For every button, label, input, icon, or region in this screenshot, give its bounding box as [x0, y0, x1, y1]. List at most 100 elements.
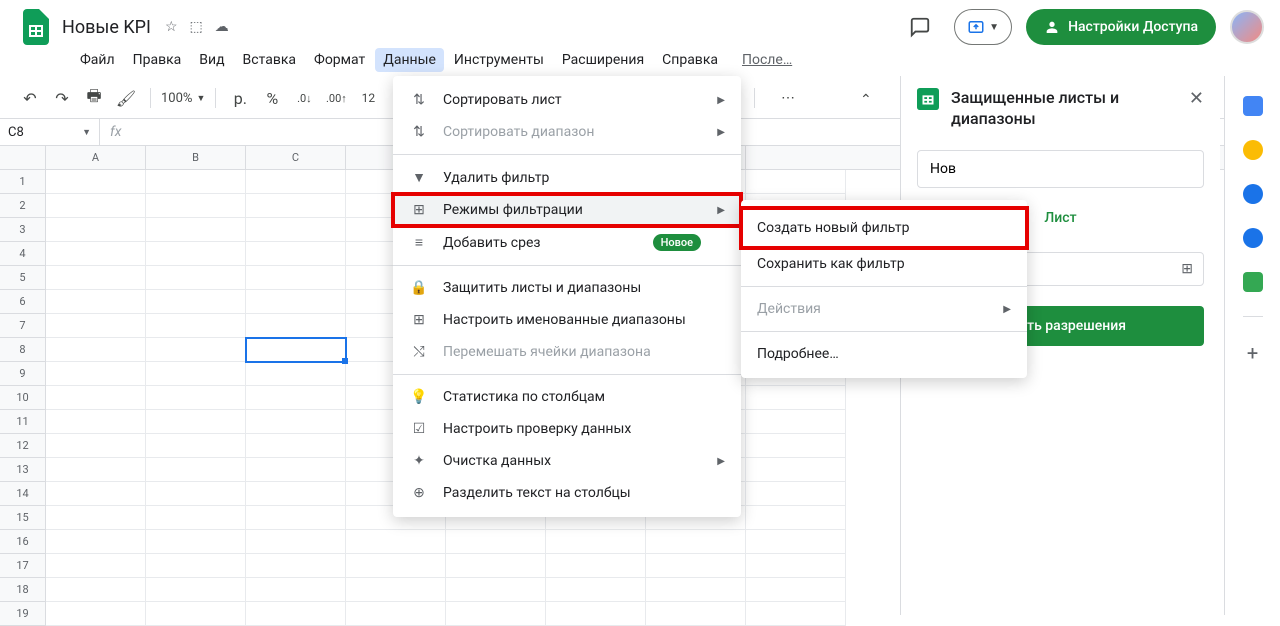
cell[interactable] [246, 362, 346, 386]
cell[interactable] [446, 602, 546, 626]
cell[interactable] [246, 506, 346, 530]
maps-icon[interactable] [1243, 272, 1263, 292]
cell[interactable] [146, 530, 246, 554]
cell[interactable] [146, 410, 246, 434]
cell[interactable] [46, 290, 146, 314]
row-header[interactable]: 8 [0, 338, 46, 362]
cell[interactable] [46, 314, 146, 338]
cell[interactable] [46, 362, 146, 386]
more-formats-icon[interactable]: 12 [354, 84, 382, 112]
row-header[interactable]: 5 [0, 266, 46, 290]
cell[interactable] [746, 578, 846, 602]
submenu-create-filter[interactable]: Создать новый фильтр [741, 208, 1027, 248]
menu-format[interactable]: Формат [306, 48, 373, 72]
undo-icon[interactable]: ↶ [16, 84, 44, 112]
menu-help[interactable]: Справка [654, 48, 726, 72]
menu-tools[interactable]: Инструменты [446, 48, 552, 72]
menu-view[interactable]: Вид [191, 48, 232, 72]
cell[interactable] [446, 530, 546, 554]
cell[interactable] [746, 530, 846, 554]
cell[interactable] [46, 386, 146, 410]
cell[interactable] [146, 290, 246, 314]
cell[interactable] [146, 266, 246, 290]
addons-icon[interactable]: + [1247, 341, 1258, 365]
row-header[interactable]: 2 [0, 194, 46, 218]
row-header[interactable]: 18 [0, 578, 46, 602]
cell[interactable] [146, 458, 246, 482]
zoom-select[interactable]: 100%▼ [161, 91, 205, 106]
menu-named-ranges[interactable]: ⊞Настроить именованные диапазоны [393, 304, 741, 336]
currency-icon[interactable]: р. [226, 84, 254, 112]
cell[interactable] [446, 554, 546, 578]
cell[interactable] [246, 194, 346, 218]
cell[interactable] [246, 434, 346, 458]
cell[interactable] [746, 458, 846, 482]
row-header[interactable]: 7 [0, 314, 46, 338]
cell[interactable] [146, 314, 246, 338]
avatar[interactable] [1230, 10, 1264, 44]
cell[interactable] [46, 218, 146, 242]
cell[interactable] [546, 554, 646, 578]
cell[interactable] [46, 194, 146, 218]
cell[interactable] [146, 386, 246, 410]
sheets-logo[interactable] [16, 7, 56, 47]
cell[interactable] [146, 506, 246, 530]
tasks-icon[interactable] [1243, 184, 1263, 204]
comments-icon[interactable] [900, 7, 940, 47]
cell[interactable] [246, 458, 346, 482]
cell[interactable] [146, 554, 246, 578]
menu-remove-filter[interactable]: ▼Удалить фильтр [393, 161, 741, 194]
submenu-save-as-filter[interactable]: Сохранить как фильтр [741, 248, 1027, 280]
cell[interactable] [646, 578, 746, 602]
menu-split-text[interactable]: ⊕Разделить текст на столбцы [393, 477, 741, 509]
increase-decimal-icon[interactable]: .00↑ [322, 84, 350, 112]
menu-edit[interactable]: Правка [125, 48, 190, 72]
paint-format-icon[interactable]: 🖌 [112, 84, 140, 112]
cell[interactable] [46, 506, 146, 530]
cell[interactable] [46, 170, 146, 194]
cell[interactable] [146, 194, 246, 218]
menu-filter-views[interactable]: ⊞Режимы фильтрации▶ [393, 194, 741, 226]
cell[interactable] [746, 602, 846, 626]
cell[interactable] [46, 434, 146, 458]
cell[interactable] [246, 314, 346, 338]
cell[interactable] [46, 242, 146, 266]
menu-protect[interactable]: 🔒Защитить листы и диапазоны [393, 272, 741, 304]
cell[interactable] [246, 242, 346, 266]
cell[interactable] [46, 458, 146, 482]
menu-insert[interactable]: Вставка [235, 48, 304, 72]
description-input[interactable] [917, 150, 1204, 188]
cell[interactable] [46, 554, 146, 578]
cell[interactable] [746, 482, 846, 506]
cell[interactable] [46, 338, 146, 362]
col-header[interactable]: A [46, 146, 146, 169]
cell[interactable] [746, 386, 846, 410]
move-icon[interactable]: ⬚ [190, 19, 203, 35]
cell[interactable] [246, 482, 346, 506]
cell[interactable] [246, 386, 346, 410]
cell[interactable] [246, 554, 346, 578]
cell[interactable] [146, 362, 246, 386]
cell[interactable] [246, 410, 346, 434]
cell[interactable] [746, 410, 846, 434]
cell[interactable] [746, 506, 846, 530]
cell[interactable] [346, 554, 446, 578]
cell[interactable] [246, 530, 346, 554]
cell[interactable] [246, 602, 346, 626]
collapse-toolbar-icon[interactable]: ⌃ [860, 92, 872, 108]
row-header[interactable]: 12 [0, 434, 46, 458]
row-header[interactable]: 11 [0, 410, 46, 434]
cell[interactable] [246, 266, 346, 290]
cell[interactable] [346, 530, 446, 554]
row-header[interactable]: 13 [0, 458, 46, 482]
star-icon[interactable]: ☆ [165, 19, 178, 35]
cell[interactable] [246, 170, 346, 194]
cell[interactable] [146, 434, 246, 458]
row-header[interactable]: 3 [0, 218, 46, 242]
row-header[interactable]: 19 [0, 602, 46, 626]
cell[interactable] [246, 218, 346, 242]
cell[interactable] [146, 338, 246, 362]
row-header[interactable]: 6 [0, 290, 46, 314]
cell[interactable] [646, 602, 746, 626]
menu-column-stats[interactable]: 💡Статистика по столбцам [393, 381, 741, 413]
